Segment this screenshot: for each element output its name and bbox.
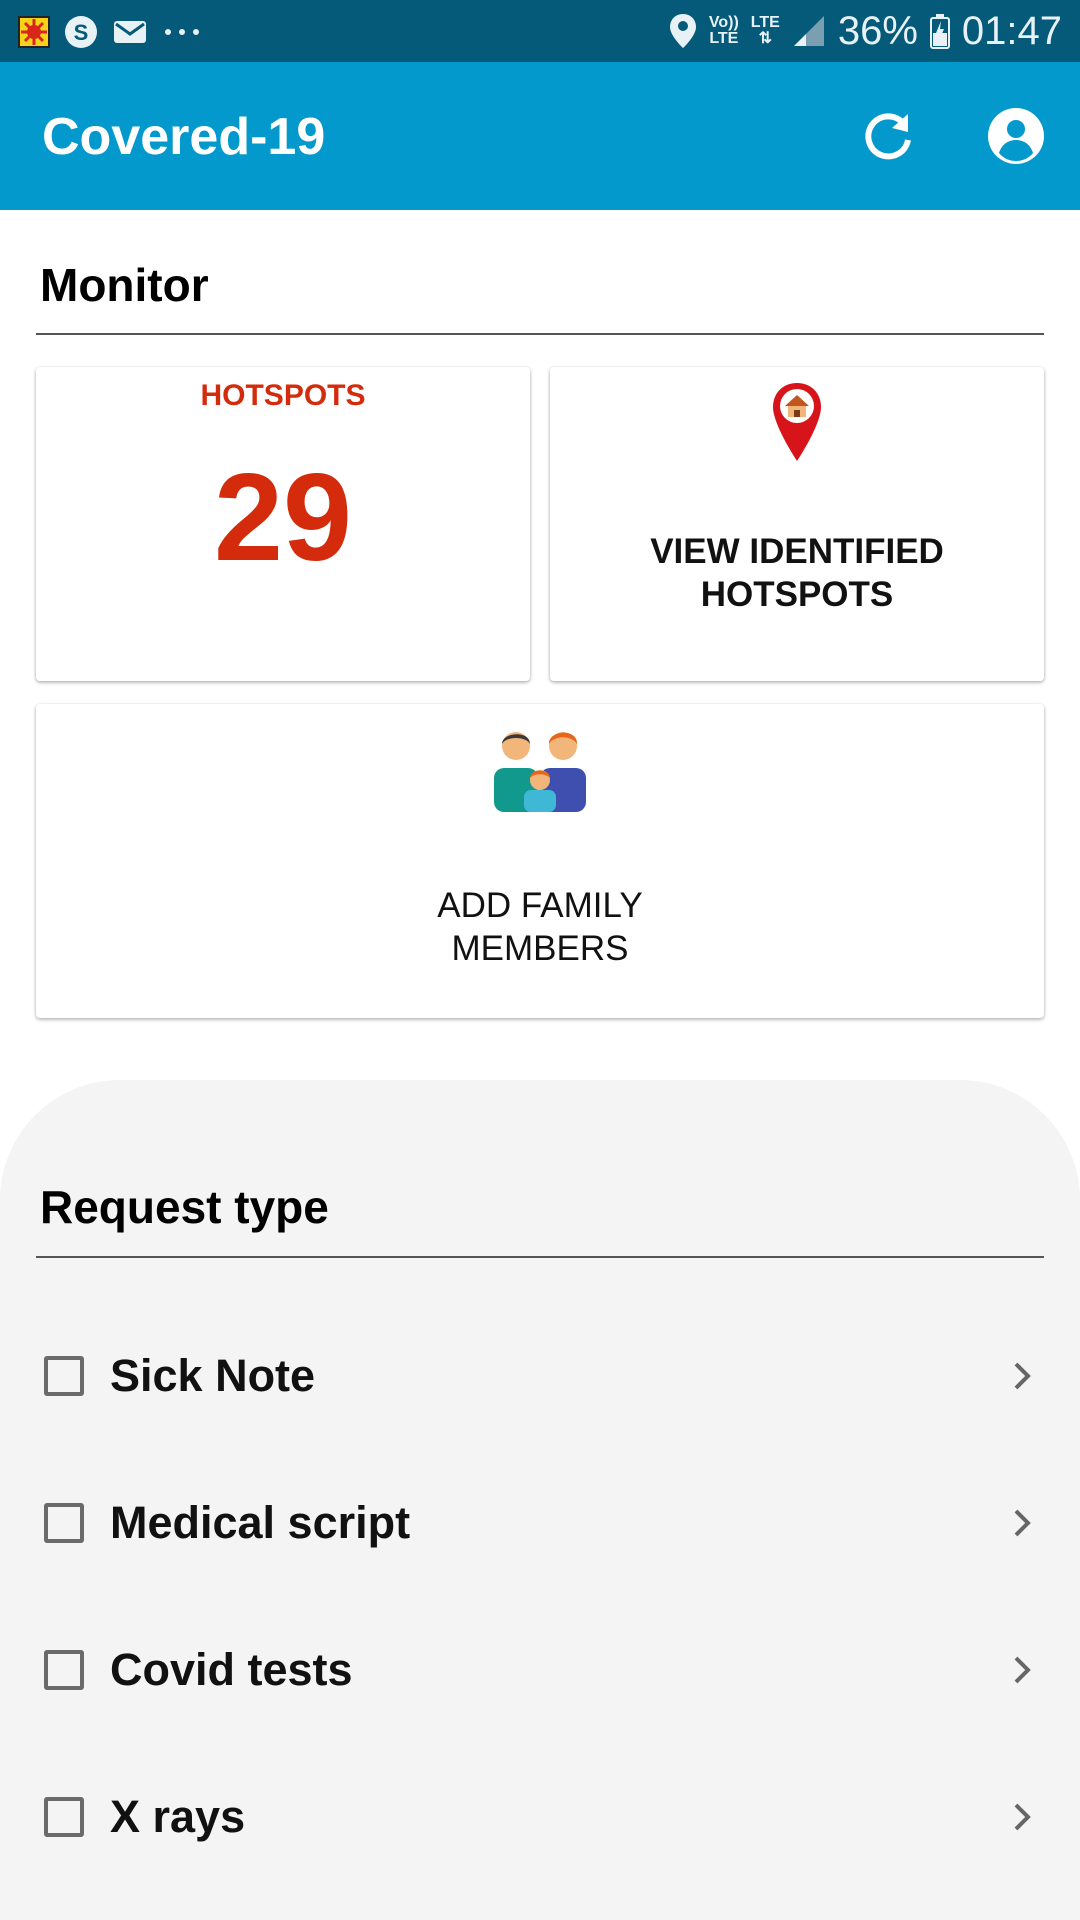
map-pin-home-icon (773, 383, 821, 461)
more-notifications-icon (165, 29, 199, 35)
view-hotspots-line2: HOTSPOTS (700, 575, 894, 614)
request-item-label: Covid tests (110, 1644, 353, 1695)
hotspots-count: 29 (214, 449, 352, 587)
request-type-sheet: Request type Sick Note Medical script Co… (0, 1080, 1080, 1920)
chevron-right-icon (1014, 1509, 1031, 1537)
monitor-title: Monitor (40, 259, 209, 311)
request-item-x-rays[interactable]: X rays (0, 1791, 1080, 1917)
virus-app-icon (18, 16, 50, 48)
add-family-card[interactable]: ADD FAMILY MEMBERS (36, 704, 1044, 1018)
battery-charging-icon (929, 14, 950, 49)
refresh-icon (865, 113, 911, 160)
view-hotspots-card[interactable]: VIEW IDENTIFIED HOTSPOTS (550, 367, 1044, 681)
chevron-right-icon (1014, 1803, 1031, 1831)
request-item-medical-script[interactable]: Medical script (0, 1497, 1080, 1623)
skype-icon: S (65, 16, 97, 48)
app-title: Covered-19 (42, 108, 326, 166)
medical-script-checkbox[interactable] (44, 1503, 84, 1543)
signal-icon (793, 16, 824, 46)
svg-text:S: S (74, 20, 89, 45)
chevron-right-icon (1014, 1362, 1031, 1390)
add-family-line1: ADD FAMILY (437, 886, 643, 925)
request-item-covid-tests[interactable]: Covid tests (0, 1644, 1080, 1770)
request-type-title: Request type (40, 1181, 329, 1233)
monitor-divider (36, 333, 1044, 335)
lte-data-indicator: LTE ⇅ (750, 14, 780, 47)
status-bar: S Vo)) LTE LTE ⇅ 36% 01:47 (0, 0, 1080, 62)
request-item-sick-note[interactable]: Sick Note (0, 1350, 1080, 1476)
status-bar-system: Vo)) LTE LTE ⇅ 36% 01:47 (669, 8, 1062, 54)
covid-tests-checkbox[interactable] (44, 1650, 84, 1690)
add-family-line2: MEMBERS (451, 929, 629, 968)
clock: 01:47 (961, 8, 1062, 53)
battery-percent: 36% (837, 8, 918, 53)
sick-note-checkbox[interactable] (44, 1356, 84, 1396)
chevron-right-icon (1014, 1656, 1031, 1684)
account-circle-icon (988, 108, 1044, 164)
request-item-label: Medical script (110, 1497, 411, 1548)
refresh-button[interactable] (860, 110, 916, 166)
mail-icon (114, 21, 146, 43)
hotspots-label: HOTSPOTS (200, 379, 366, 412)
account-button[interactable] (986, 106, 1046, 166)
view-hotspots-line1: VIEW IDENTIFIED (650, 532, 944, 571)
request-item-label: Sick Note (110, 1350, 316, 1401)
request-type-divider (36, 1256, 1044, 1258)
location-icon (669, 14, 696, 48)
request-item-label: X rays (110, 1791, 246, 1842)
app-bar: Covered-19 (0, 62, 1080, 210)
status-bar-notifications: S (18, 12, 202, 52)
hotspots-count-card[interactable]: HOTSPOTS 29 (36, 367, 530, 681)
family-icon (494, 732, 586, 812)
volte-indicator: Vo)) LTE (708, 14, 739, 47)
x-rays-checkbox[interactable] (44, 1797, 84, 1837)
